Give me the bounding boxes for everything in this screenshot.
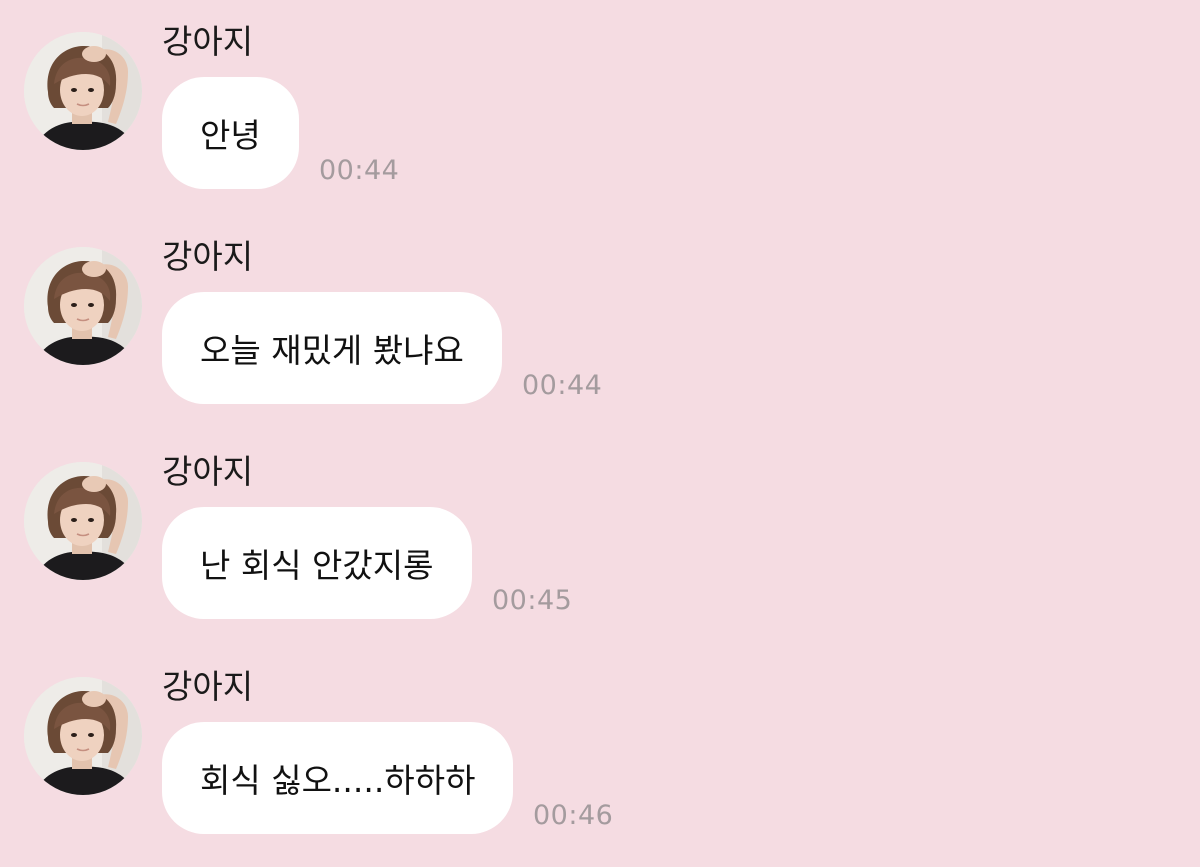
chat-message: 강아지 난 회식 안갔지롱 00:45 xyxy=(0,430,1200,630)
message-text: 오늘 재밌게 봤냐요 xyxy=(200,331,464,370)
avatar[interactable] xyxy=(24,462,142,580)
profile-photo-icon xyxy=(24,247,142,365)
message-time: 00:45 xyxy=(492,585,573,616)
message-bubble[interactable]: 난 회식 안갔지롱 xyxy=(162,507,472,619)
sender-name: 강아지 xyxy=(162,22,254,61)
message-text: 안녕 xyxy=(200,116,261,155)
avatar[interactable] xyxy=(24,247,142,365)
profile-photo-icon xyxy=(24,32,142,150)
sender-name: 강아지 xyxy=(162,237,254,276)
message-bubble[interactable]: 안녕 xyxy=(162,77,299,189)
message-bubble[interactable]: 회식 싫오.....하하하 xyxy=(162,722,514,834)
chat-log: 강아지 안녕 00:44 강아지 오늘 재밌게 봤냐요 00:44 강아지 난 … xyxy=(0,0,1200,867)
sender-name: 강아지 xyxy=(162,452,254,491)
sender-name: 강아지 xyxy=(162,667,254,706)
chat-message: 강아지 안녕 00:44 xyxy=(0,0,1200,200)
chat-message: 강아지 오늘 재밌게 봤냐요 00:44 xyxy=(0,215,1200,415)
message-time: 00:44 xyxy=(522,370,603,401)
profile-photo-icon xyxy=(24,677,142,795)
avatar[interactable] xyxy=(24,677,142,795)
profile-photo-icon xyxy=(24,462,142,580)
message-time: 00:44 xyxy=(319,155,400,186)
avatar[interactable] xyxy=(24,32,142,150)
chat-message: 강아지 회식 싫오.....하하하 00:46 xyxy=(0,645,1200,845)
message-bubble[interactable]: 오늘 재밌게 봤냐요 xyxy=(162,292,502,404)
message-text: 난 회식 안갔지롱 xyxy=(200,546,434,585)
message-text: 회식 싫오.....하하하 xyxy=(200,761,476,800)
message-time: 00:46 xyxy=(533,800,614,831)
